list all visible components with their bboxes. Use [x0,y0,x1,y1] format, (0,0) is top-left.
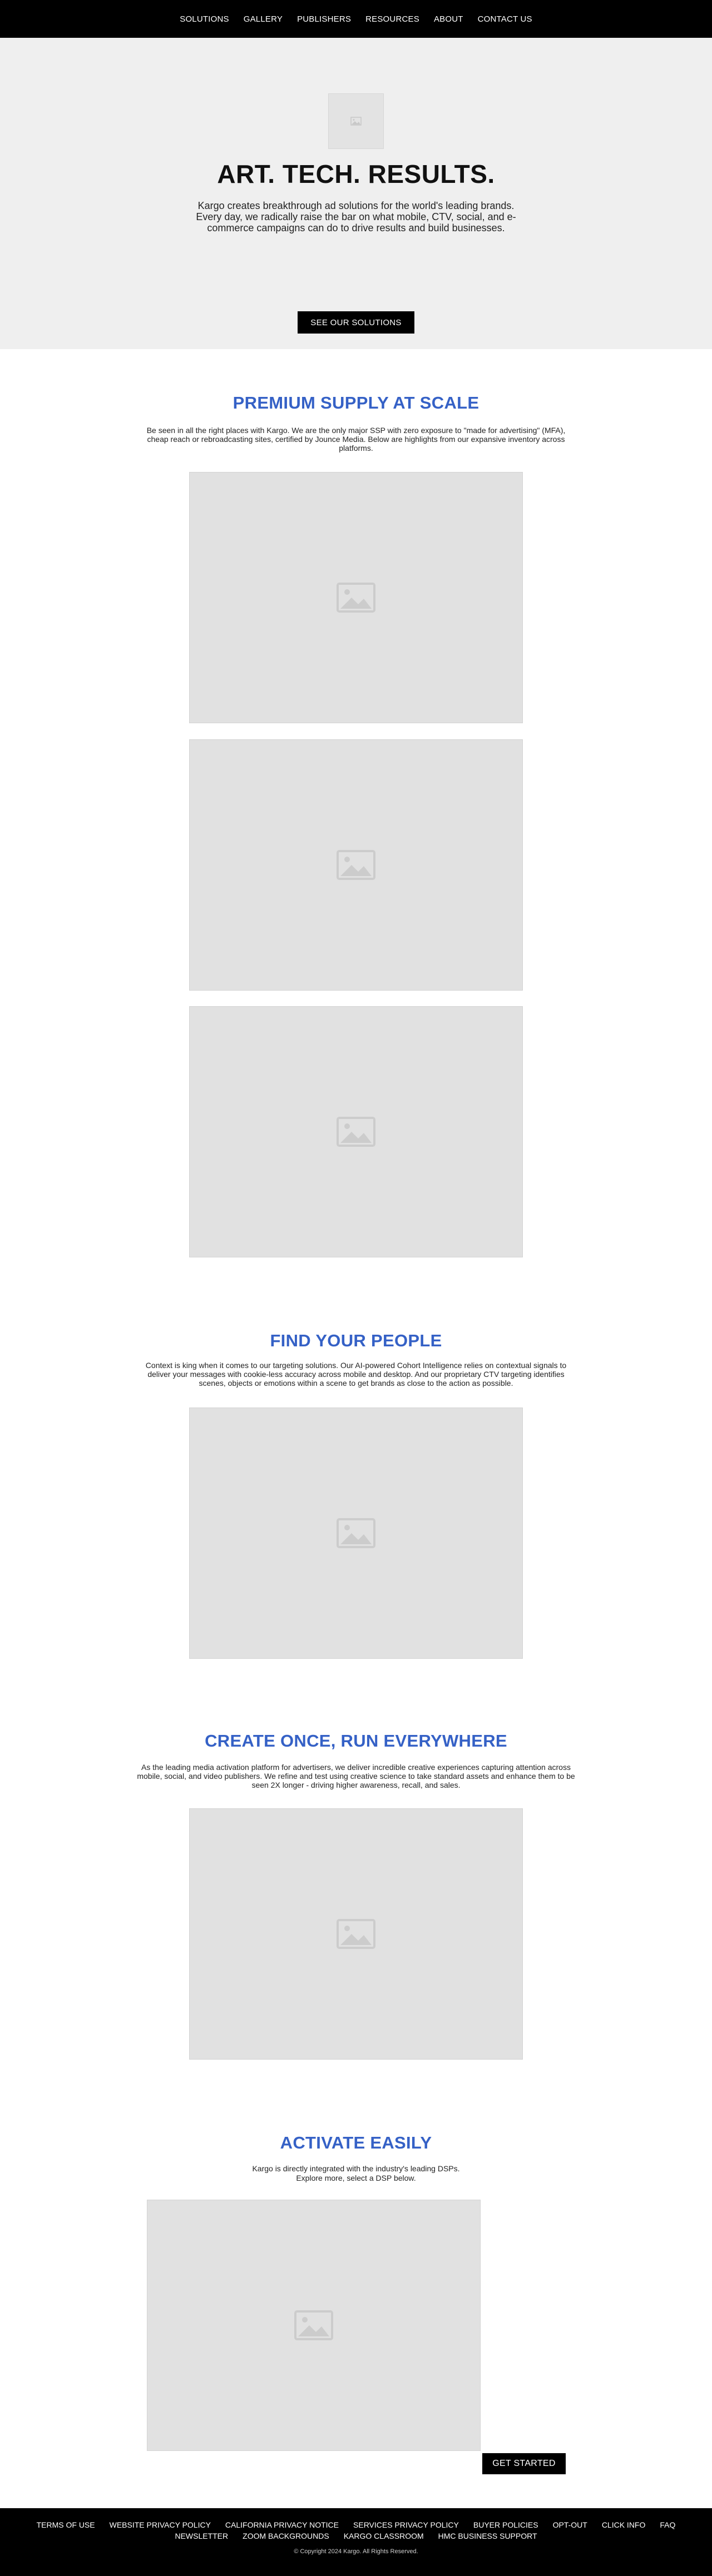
activate-easily-description-line-1: Kargo is directly integrated with the in… [252,2164,460,2173]
find-your-people-description: Context is king when it comes to our tar… [145,1361,567,1388]
copyright-text: © Copyright 2024 Kargo. All Rights Reser… [294,2548,418,2555]
find-your-people-title: FIND YOUR PEOPLE [270,1331,442,1350]
supply-image-3 [189,1006,523,1257]
get-started-button[interactable]: GET STARTED [482,2453,566,2474]
footer-link-terms-of-use[interactable]: TERMS OF USE [37,2520,95,2529]
create-once-description: As the leading media activation platform… [137,1763,575,1789]
footer-link-zoom-backgrounds[interactable]: ZOOM BACKGROUNDS [243,2532,329,2540]
create-once-title: CREATE ONCE, RUN EVERYWHERE [205,1731,507,1751]
hero-logo-placeholder [328,93,384,149]
footer: TERMS OF USE WEBSITE PRIVACY POLICY CALI… [0,2508,712,2576]
supply-image-1 [189,472,523,723]
image-placeholder-icon [337,1117,375,1147]
nav-item-contact-us[interactable]: CONTACT US [478,14,532,24]
activate-easily-title: ACTIVATE EASILY [280,2133,432,2152]
footer-links: TERMS OF USE WEBSITE PRIVACY POLICY CALI… [22,2520,690,2540]
image-placeholder-icon [337,850,375,880]
activate-easily-description-line-2: Explore more, select a DSP below. [296,2174,416,2182]
footer-link-newsletter[interactable]: NEWSLETTER [175,2532,228,2540]
premium-supply-title: PREMIUM SUPPLY AT SCALE [233,393,479,412]
top-nav: SOLUTIONS GALLERY PUBLISHERS RESOURCES A… [0,0,712,38]
image-placeholder-icon [337,583,375,613]
footer-link-buyer-policies[interactable]: BUYER POLICIES [473,2520,538,2529]
supply-image-2 [189,739,523,991]
footer-link-faq[interactable]: FAQ [660,2520,675,2529]
nav-item-solutions[interactable]: SOLUTIONS [180,14,229,24]
hero-section: ART. TECH. RESULTS. Kargo creates breakt… [0,38,712,349]
premium-supply-description: Be seen in all the right places with Kar… [146,426,566,452]
nav-item-resources[interactable]: RESOURCES [365,14,419,24]
people-image [189,1408,523,1659]
hero-title: ART. TECH. RESULTS. [217,160,495,188]
image-placeholder-icon [294,2310,333,2340]
nav-item-publishers[interactable]: PUBLISHERS [297,14,351,24]
hero-description: Kargo creates breakthrough ad solutions … [196,200,516,233]
image-placeholder-icon [337,1919,375,1949]
nav-item-gallery[interactable]: GALLERY [244,14,283,24]
footer-link-opt-out[interactable]: OPT-OUT [553,2520,587,2529]
see-our-solutions-button[interactable]: SEE OUR SOLUTIONS [298,311,414,334]
footer-link-click-info[interactable]: CLICK INFO [602,2520,646,2529]
footer-link-california-privacy-notice[interactable]: CALIFORNIA PRIVACY NOTICE [225,2520,339,2529]
image-placeholder-icon [337,1518,375,1548]
image-placeholder-icon [350,117,362,126]
footer-link-website-privacy-policy[interactable]: WEBSITE PRIVACY POLICY [110,2520,211,2529]
create-image [189,1808,523,2060]
dsp-image[interactable] [147,2200,481,2451]
footer-link-kargo-classroom[interactable]: KARGO CLASSROOM [344,2532,424,2540]
nav-item-about[interactable]: ABOUT [434,14,463,24]
footer-link-hmc-business-support[interactable]: HMC BUSINESS SUPPORT [438,2532,537,2540]
footer-link-services-privacy-policy[interactable]: SERVICES PRIVACY POLICY [353,2520,459,2529]
